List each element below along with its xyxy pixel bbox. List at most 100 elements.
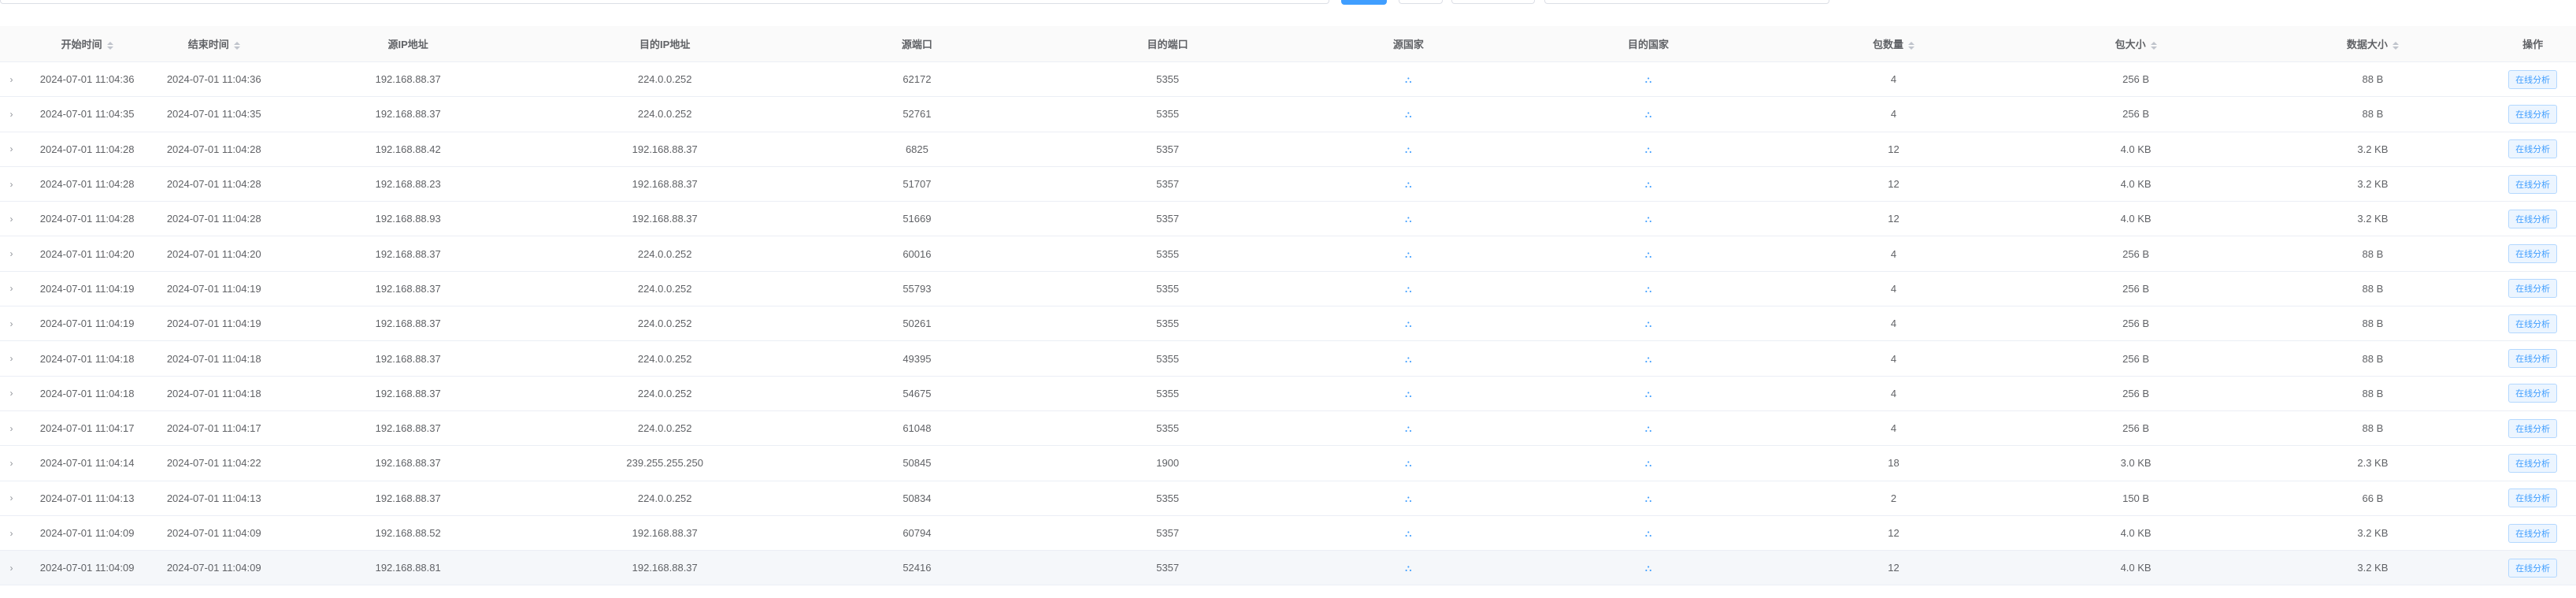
packets-cell: 4 — [1890, 73, 1897, 86]
packets-cell: 18 — [1888, 457, 1900, 470]
reset-button[interactable] — [1399, 0, 1443, 4]
network-flag-icon: ⛬ — [1644, 109, 1652, 121]
src-port-cell: 51707 — [903, 178, 932, 191]
sort-caret-icon[interactable] — [2392, 41, 2399, 50]
expand-row-icon[interactable]: › — [0, 528, 23, 539]
expand-row-icon[interactable]: › — [0, 179, 23, 190]
online-analysis-button[interactable]: 在线分析 — [2508, 139, 2558, 159]
src-ip-cell: 192.168.88.23 — [375, 178, 441, 191]
expand-row-icon[interactable]: › — [0, 388, 23, 399]
expand-row-icon[interactable]: › — [0, 423, 23, 434]
packet-size-cell: 4.0 KB — [2120, 562, 2152, 574]
network-flag-icon: ⛬ — [1405, 283, 1412, 295]
sort-caret-icon[interactable] — [2150, 41, 2157, 50]
expand-row-icon[interactable]: › — [0, 248, 23, 259]
dst-ip-cell: 224.0.0.252 — [637, 247, 692, 260]
online-analysis-button[interactable]: 在线分析 — [2508, 104, 2558, 124]
date-range-picker[interactable] — [1544, 0, 1829, 4]
online-analysis-button[interactable]: 在线分析 — [2508, 314, 2558, 333]
expand-row-icon[interactable]: › — [0, 318, 23, 329]
src-port-cell: 49395 — [903, 352, 932, 365]
table-row: › 2024-07-01 11:04:35 2024-07-01 11:04:35 1… — [0, 97, 2576, 132]
filter-input[interactable] — [0, 0, 1329, 4]
expand-row-icon[interactable]: › — [0, 283, 23, 294]
network-flag-icon: ⛬ — [1405, 563, 1412, 574]
dst-port-cell: 5355 — [1156, 108, 1180, 121]
action-cell: 在线分析 — [2489, 488, 2576, 508]
end-time-cell: 2024-07-01 11:04:35 — [166, 108, 261, 121]
src-port-cell: 52416 — [903, 562, 932, 574]
data-size-cell: 3.2 KB — [2357, 143, 2389, 155]
column-header-src-country: 源国家 — [1392, 39, 1424, 50]
end-time-cell: 2024-07-01 11:04:18 — [166, 352, 261, 365]
sort-caret-icon[interactable] — [233, 41, 240, 50]
online-analysis-button[interactable]: 在线分析 — [2508, 384, 2558, 403]
network-flag-icon: ⛬ — [1644, 528, 1652, 539]
src-country-cell: ⛬ — [1292, 108, 1525, 120]
expand-row-icon[interactable]: › — [0, 109, 23, 120]
action-cell: 在线分析 — [2489, 244, 2576, 264]
dst-country-cell: ⛬ — [1525, 457, 1771, 469]
packets-cell: 12 — [1888, 527, 1900, 539]
online-analysis-button[interactable]: 在线分析 — [2508, 523, 2558, 543]
online-analysis-button[interactable]: 在线分析 — [2508, 453, 2558, 473]
network-flag-icon: ⛬ — [1405, 423, 1412, 435]
expand-row-icon[interactable]: › — [0, 74, 23, 85]
online-analysis-button[interactable]: 在线分析 — [2508, 279, 2558, 299]
packets-cell: 4 — [1890, 108, 1897, 121]
expand-row-icon[interactable]: › — [0, 458, 23, 469]
column-header-packet-size[interactable]: 包大小 — [2016, 36, 2256, 51]
end-time-cell: 2024-07-01 11:04:13 — [166, 492, 261, 504]
column-header-start-time[interactable]: 开始时间 — [23, 36, 151, 51]
online-analysis-button[interactable]: 在线分析 — [2508, 174, 2558, 194]
expand-row-icon[interactable]: › — [0, 492, 23, 503]
dst-ip-cell: 224.0.0.252 — [637, 318, 692, 330]
expand-row-icon[interactable]: › — [0, 143, 23, 154]
start-time-cell: 2024-07-01 11:04:35 — [39, 108, 135, 121]
search-button[interactable] — [1341, 0, 1387, 5]
dst-port-cell: 5355 — [1156, 422, 1180, 435]
column-header-data-size[interactable]: 数据大小 — [2255, 36, 2489, 51]
online-analysis-button[interactable]: 在线分析 — [2508, 244, 2558, 264]
src-country-cell: ⛬ — [1292, 143, 1525, 155]
src-port-cell: 62172 — [903, 73, 932, 86]
action-cell: 在线分析 — [2489, 384, 2576, 403]
online-analysis-button[interactable]: 在线分析 — [2508, 558, 2558, 578]
online-analysis-button[interactable]: 在线分析 — [2508, 349, 2558, 369]
dst-port-cell: 5357 — [1156, 213, 1180, 225]
export-button[interactable] — [1451, 0, 1535, 4]
expand-row-icon[interactable]: › — [0, 563, 23, 574]
start-time-cell: 2024-07-01 11:04:09 — [39, 527, 135, 539]
network-flag-icon: ⛬ — [1644, 318, 1652, 330]
expand-row-icon[interactable]: › — [0, 353, 23, 364]
online-analysis-button[interactable]: 在线分析 — [2508, 488, 2558, 508]
action-cell: 在线分析 — [2489, 279, 2576, 299]
end-time-cell: 2024-07-01 11:04:36 — [166, 73, 261, 86]
table-row: › 2024-07-01 11:04:28 2024-07-01 11:04:28 1… — [0, 167, 2576, 202]
online-analysis-button[interactable]: 在线分析 — [2508, 418, 2558, 438]
src-port-cell: 60016 — [903, 247, 932, 260]
column-header-packets[interactable]: 包数量 — [1771, 36, 2016, 51]
dst-country-cell: ⛬ — [1525, 143, 1771, 155]
online-analysis-button[interactable]: 在线分析 — [2508, 209, 2558, 228]
expand-row-icon[interactable]: › — [0, 214, 23, 225]
sort-caret-icon[interactable] — [1908, 41, 1914, 50]
src-country-cell: ⛬ — [1292, 562, 1525, 574]
packet-size-cell: 256 B — [2122, 318, 2150, 330]
sort-caret-icon[interactable] — [106, 41, 113, 50]
column-header-end-time[interactable]: 结束时间 — [151, 36, 276, 51]
src-port-cell: 54675 — [903, 387, 932, 399]
online-analysis-button[interactable]: 在线分析 — [2508, 69, 2558, 89]
start-time-cell: 2024-07-01 11:04:17 — [39, 422, 135, 435]
start-time-cell: 2024-07-01 11:04:13 — [39, 492, 135, 504]
table-row: › 2024-07-01 11:04:19 2024-07-01 11:04:19 1… — [0, 306, 2576, 342]
src-country-cell: ⛬ — [1292, 457, 1525, 469]
data-size-cell: 88 B — [2362, 247, 2384, 260]
src-port-cell: 61048 — [903, 422, 932, 435]
dst-port-cell: 5355 — [1156, 492, 1180, 504]
dst-port-cell: 5355 — [1156, 282, 1180, 295]
end-time-cell: 2024-07-01 11:04:22 — [166, 457, 261, 470]
dst-ip-cell: 239.255.255.250 — [626, 457, 703, 470]
end-time-cell: 2024-07-01 11:04:28 — [166, 143, 261, 155]
table-row: › 2024-07-01 11:04:18 2024-07-01 11:04:18 1… — [0, 341, 2576, 377]
